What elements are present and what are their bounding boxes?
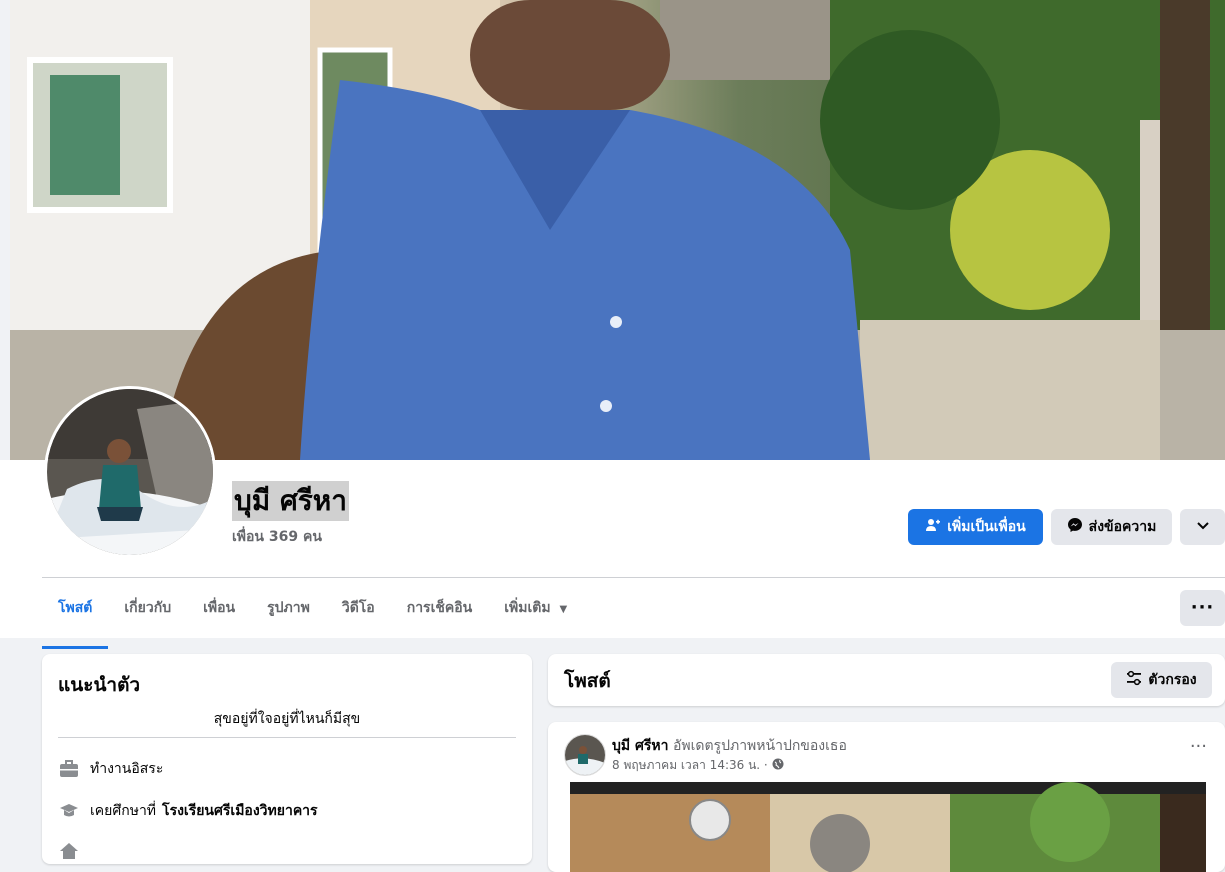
graduation-cap-icon [58,800,80,822]
tab-posts[interactable]: โพสต์ [42,590,109,649]
cover-photo[interactable] [10,0,1225,460]
add-friend-label: เพิ่มเป็นเพื่อน [947,519,1026,535]
post-author-name[interactable]: บุมี ศรีหา [612,738,669,754]
globe-icon [772,758,784,773]
tab-more-label: เพิ่มเติม [504,600,551,616]
profile-avatar[interactable] [44,386,216,558]
intro-bio: สุขอยู่ที่ใจอยู่ที่ไหนก็มีสุข [213,711,361,727]
add-friend-button[interactable]: เพิ่มเป็นเพื่อน [908,509,1043,545]
post-action: อัพเดตรูปภาพหน้าปกของเธอ [672,738,847,754]
filter-button[interactable]: ตัวกรอง [1111,662,1212,698]
add-friend-icon [925,517,941,537]
intro-home-row [58,840,80,862]
tabs-more-button[interactable]: ··· [1180,590,1225,626]
chevron-down-icon [1196,518,1210,536]
header-divider [42,577,1225,578]
profile-tabs: โพสต์ เกี่ยวกับ เพื่อน รูปภาพ วิดีโอ การ… [42,590,583,649]
post-timestamp[interactable]: 8 พฤษภาคม เวลา 14:36 น. · [612,756,768,775]
intro-divider [58,737,516,738]
tab-videos[interactable]: วิดีโอ [326,590,391,638]
tab-more[interactable]: เพิ่มเติม ▼ [488,590,583,638]
post-card: บุมี ศรีหา อัพเดตรูปภาพหน้าปกของเธอ 8 พฤ… [548,722,1225,872]
filter-label: ตัวกรอง [1148,672,1197,688]
message-label: ส่งข้อความ [1088,519,1157,535]
friends-count[interactable]: เพื่อน 369 คน [232,526,322,548]
home-icon [58,840,80,862]
post-meta: 8 พฤษภาคม เวลา 14:36 น. · [612,756,784,775]
intro-education-row: เคยศึกษาที่ โรงเรียนศรีเมืองวิทยาคาร [58,800,318,822]
tab-checkins[interactable]: การเช็คอิน [391,590,489,638]
intro-work: ทำงานอิสระ [90,761,164,777]
post-image[interactable] [570,782,1206,872]
tab-about[interactable]: เกี่ยวกับ [108,590,187,638]
filter-icon [1126,670,1142,690]
briefcase-icon [58,758,80,780]
messenger-icon [1067,517,1083,537]
intro-education-prefix: เคยศึกษาที่ [90,803,157,819]
profile-name: บุมี ศรีหา [232,481,349,521]
tab-photos[interactable]: รูปภาพ [251,590,326,638]
intro-title: แนะนำตัว [58,674,141,696]
post-author-avatar[interactable] [564,734,606,776]
tab-friends[interactable]: เพื่อน [187,590,251,638]
more-actions-button[interactable] [1180,509,1225,545]
caret-down-icon: ▼ [559,604,568,615]
posts-header-card: โพสต์ ตัวกรอง [548,654,1225,706]
intro-card: แนะนำตัว สุขอยู่ที่ใจอยู่ที่ไหนก็มีสุข ท… [42,654,532,864]
intro-work-row: ทำงานอิสระ [58,758,163,780]
post-options-icon[interactable]: ··· [1190,736,1207,757]
post-header-line: บุมี ศรีหา อัพเดตรูปภาพหน้าปกของเธอ [612,735,847,757]
message-button[interactable]: ส่งข้อความ [1051,509,1172,545]
posts-title: โพสต์ [564,670,611,692]
intro-education-school[interactable]: โรงเรียนศรีเมืองวิทยาคาร [162,800,318,822]
ellipsis-icon: ··· [1190,597,1215,618]
